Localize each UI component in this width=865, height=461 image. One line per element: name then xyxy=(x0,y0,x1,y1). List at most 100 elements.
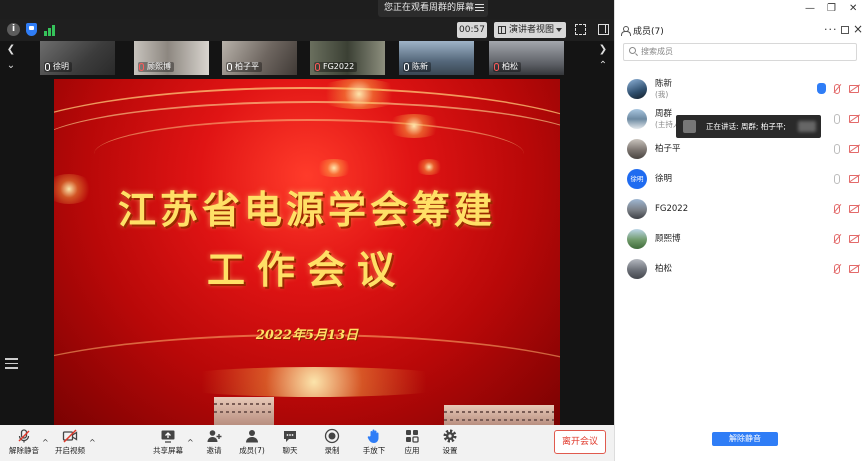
mic-muted-icon[interactable] xyxy=(834,234,840,244)
camera-off-icon xyxy=(62,428,78,444)
strip-prev-icon[interactable]: ❮ xyxy=(4,43,18,57)
search-placeholder: 搜索成员 xyxy=(641,47,673,56)
close-window-icon[interactable]: ✕ xyxy=(849,2,857,16)
participant-name: 周群 xyxy=(655,109,673,119)
mic-icon[interactable] xyxy=(834,174,840,184)
strip-expand-icon[interactable]: ⌃ xyxy=(596,59,610,73)
settings-button[interactable]: 设置 xyxy=(430,428,470,460)
record-icon xyxy=(324,428,340,444)
leave-meeting-button[interactable]: 离开会议 xyxy=(554,430,606,454)
members-label: 成员(7) xyxy=(239,446,265,455)
security-shield-icon[interactable] xyxy=(26,23,37,36)
participant-row[interactable]: 顾熙博 xyxy=(615,226,865,252)
speaking-tooltip: 正在讲话: 周群; 柏子平; xyxy=(676,115,821,138)
strip-next-icon[interactable]: ❯ xyxy=(596,43,610,57)
slide-title-line1: 江苏省电源学会筹建 xyxy=(117,187,496,232)
participant-role: (我) xyxy=(655,90,669,99)
participant-row[interactable]: 柏松 xyxy=(615,256,865,282)
mic-muted-icon[interactable] xyxy=(834,204,840,214)
gear-icon xyxy=(442,428,458,444)
camera-off-icon xyxy=(849,145,859,153)
grid-icon xyxy=(498,26,506,34)
speaking-text: 正在讲话: 周群; 柏子平; xyxy=(706,122,786,131)
meeting-window: i 00:57 演讲者视图 您正在观看周群的屏幕 ❮ ⌄ 徐明 顾熙博 柏子平 … xyxy=(0,0,865,461)
mic-muted-icon xyxy=(139,63,144,71)
settings-label: 设置 xyxy=(442,446,458,455)
camera-off-icon xyxy=(849,235,859,243)
mic-muted-icon xyxy=(494,63,499,71)
meeting-area: i 00:57 演讲者视图 您正在观看周群的屏幕 ❮ ⌄ 徐明 顾熙博 柏子平 … xyxy=(0,0,614,461)
info-icon[interactable]: i xyxy=(7,23,20,36)
unmute-button[interactable]: 解除静音 xyxy=(4,428,44,460)
meeting-toolbar: 解除静音 ^ 开启视频 ^ 共享屏幕 ^ 邀请 成员(7) 聊天 录制 手放下 … xyxy=(0,425,614,461)
add-user-icon xyxy=(206,428,222,444)
participant-row[interactable]: FG2022 xyxy=(615,196,865,222)
participant-name: 徐明 xyxy=(655,174,673,184)
more-icon[interactable]: ··· xyxy=(824,23,838,36)
members-button[interactable]: 成员(7) xyxy=(232,428,272,460)
avatar xyxy=(627,229,647,249)
participants-panel: — ❐ ✕ 成员(7) ··· × 搜索成员 陈新 (我) 周群 (主持人) 柏… xyxy=(614,0,865,461)
blurred-avatar xyxy=(798,121,816,132)
raised-hand-icon xyxy=(817,83,826,94)
video-thumbnail[interactable]: FG2022 xyxy=(310,41,385,75)
start-video-label: 开启视频 xyxy=(55,446,85,455)
participant-row[interactable]: 陈新 (我) xyxy=(615,76,865,102)
video-thumbnail[interactable]: 柏子平 xyxy=(222,41,297,75)
view-mode-dropdown[interactable]: 演讲者视图 xyxy=(494,22,566,38)
strip-collapse-icon[interactable]: ⌄ xyxy=(4,59,18,73)
search-icon xyxy=(629,47,636,54)
panel-header: 成员(7) ··· × xyxy=(615,21,865,41)
mic-icon[interactable] xyxy=(834,144,840,154)
invite-button[interactable]: 邀请 xyxy=(194,428,234,460)
banner-menu-icon[interactable] xyxy=(475,4,484,12)
mic-icon xyxy=(45,63,50,71)
restore-window-icon[interactable]: ❐ xyxy=(827,2,836,16)
mic-icon[interactable] xyxy=(834,114,840,124)
audio-options-icon[interactable]: ^ xyxy=(42,439,50,447)
unmute-label: 解除静音 xyxy=(9,446,39,455)
share-screen-button[interactable]: 共享屏幕 xyxy=(148,428,188,460)
record-button[interactable]: 录制 xyxy=(312,428,352,460)
minimize-window-icon[interactable]: — xyxy=(805,2,815,16)
list-icon[interactable] xyxy=(5,358,18,369)
video-thumbnail[interactable]: 徐明 xyxy=(40,41,115,75)
video-thumbnail[interactable]: 顾熙博 xyxy=(134,41,209,75)
video-thumbnail[interactable]: 柏松 xyxy=(489,41,564,75)
member-search-input[interactable]: 搜索成员 xyxy=(623,43,857,61)
video-thumbnail[interactable]: 陈新 xyxy=(399,41,474,75)
apps-label: 应用 xyxy=(404,446,420,455)
avatar xyxy=(627,199,647,219)
toggle-panel-icon[interactable] xyxy=(598,24,609,35)
participant-row[interactable]: 柏子平 xyxy=(615,136,865,162)
unmute-all-button[interactable]: 解除静音 xyxy=(712,432,778,446)
apps-button[interactable]: 应用 xyxy=(392,428,432,460)
members-icon xyxy=(621,26,631,36)
mic-muted-icon[interactable] xyxy=(834,264,840,274)
slide-building-graphic xyxy=(214,397,274,425)
share-screen-label: 共享屏幕 xyxy=(153,446,183,455)
panel-title: 成员(7) xyxy=(633,27,664,37)
slide-building-graphic xyxy=(444,405,554,425)
thumbnail-name: 柏松 xyxy=(502,62,518,71)
participant-name: FG2022 xyxy=(655,204,689,214)
signal-icon[interactable] xyxy=(44,23,58,36)
thumbnail-name: 柏子平 xyxy=(235,62,259,71)
mic-muted-icon xyxy=(315,63,320,71)
camera-off-icon xyxy=(849,115,859,123)
invite-label: 邀请 xyxy=(206,446,222,455)
view-mode-label: 演讲者视图 xyxy=(509,25,555,35)
participant-name: 陈新 xyxy=(655,79,673,89)
lower-hand-button[interactable]: 手放下 xyxy=(354,428,394,460)
video-options-icon[interactable]: ^ xyxy=(89,439,97,447)
close-panel-icon[interactable]: × xyxy=(853,22,863,36)
sharing-banner-text: 您正在观看周群的屏幕 xyxy=(384,3,475,13)
start-video-button[interactable]: 开启视频 xyxy=(50,428,90,460)
chat-button[interactable]: 聊天 xyxy=(270,428,310,460)
shared-screen: 江苏省电源学会筹建 工作会议 2022年5月13日 xyxy=(0,75,614,425)
popout-icon[interactable] xyxy=(841,26,849,34)
mic-muted-icon[interactable] xyxy=(834,84,840,94)
fullscreen-icon[interactable] xyxy=(575,24,586,35)
mic-icon xyxy=(227,63,232,71)
participant-row[interactable]: 徐明 徐明 xyxy=(615,166,865,192)
